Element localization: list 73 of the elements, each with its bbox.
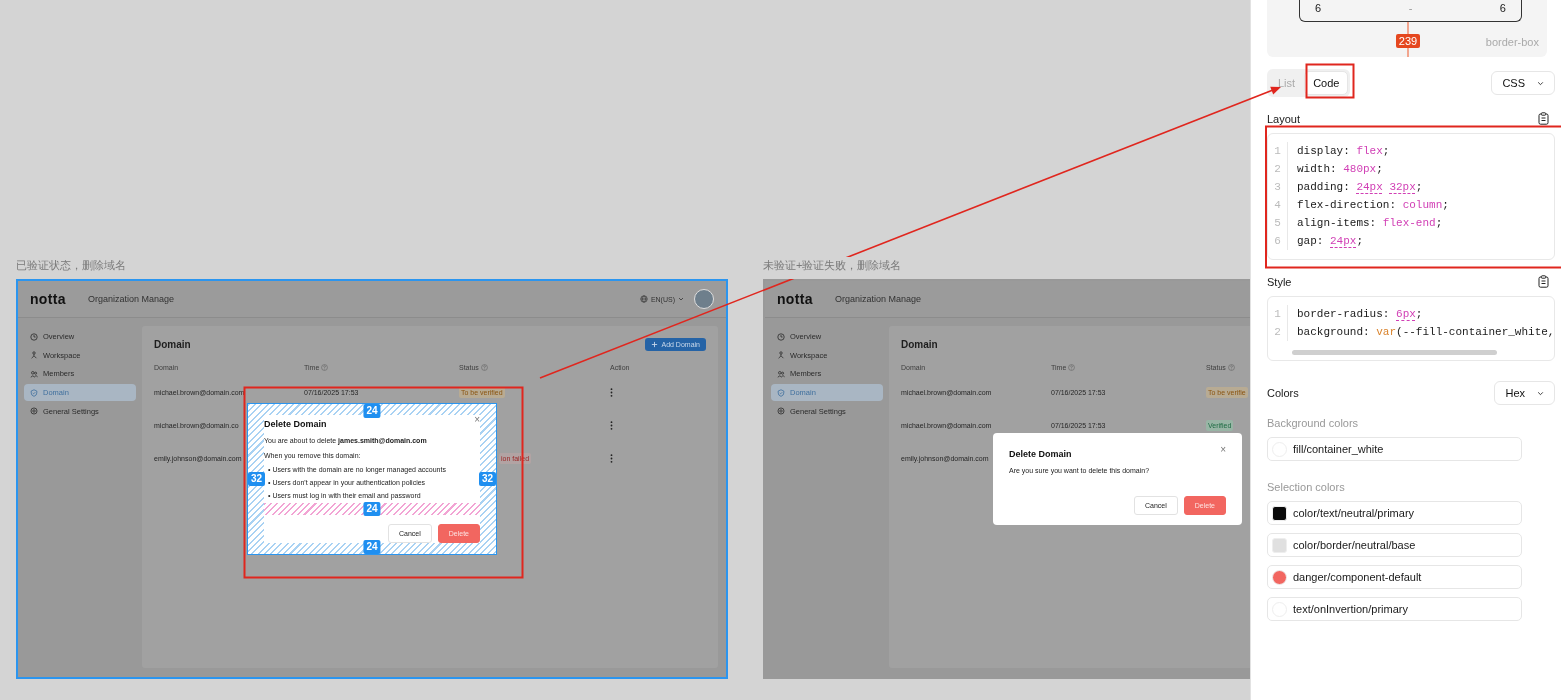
globe-icon xyxy=(639,295,648,303)
spacing-badge: 24 xyxy=(363,540,381,554)
people-icon xyxy=(777,370,785,378)
copy-icon[interactable] xyxy=(1538,275,1549,288)
gear-icon xyxy=(777,407,785,416)
app-logo: notta xyxy=(777,291,814,307)
code-line: width: 480px; xyxy=(1296,163,1383,175)
view-tab[interactable]: Code xyxy=(1304,71,1349,95)
line-number: 2 xyxy=(1268,323,1288,341)
section-title: Domain xyxy=(154,338,191,350)
clock-icon xyxy=(777,332,785,341)
color-token[interactable]: color/border/neutral/base xyxy=(1267,533,1522,557)
line-number: 1 xyxy=(1268,142,1288,160)
code-line: background: var(--fill-container_white, xyxy=(1296,326,1554,338)
close-button[interactable]: × xyxy=(1220,445,1226,455)
app-title: Organization Manage xyxy=(88,294,175,304)
frame-caption: 未验证+验证失败，删除域名 xyxy=(763,257,902,279)
line-number: 4 xyxy=(1268,196,1288,214)
spacing-badge: 32 xyxy=(248,472,266,486)
plus-icon xyxy=(651,340,659,348)
format-dropdown[interactable]: CSS xyxy=(1491,71,1555,95)
color-token[interactable]: text/onInvertion/primary xyxy=(1267,597,1522,621)
avatar-icon[interactable] xyxy=(694,289,714,309)
app-frame[interactable] xyxy=(16,279,728,679)
code-line: flex-direction: column; xyxy=(1296,199,1449,211)
caret-icon xyxy=(1537,389,1544,397)
box-value: - xyxy=(1408,1,1413,16)
spacing-badge: 24 xyxy=(363,404,381,418)
section-title: Domain xyxy=(901,338,938,350)
code-line: align-items: flex-end; xyxy=(1296,217,1443,229)
line-number: 2 xyxy=(1268,160,1288,178)
shield-icon xyxy=(30,388,38,397)
group-label: Selection colors xyxy=(1267,481,1346,493)
color-token[interactable]: fill/container_white xyxy=(1267,437,1522,461)
dialog-title: Delete Domain xyxy=(264,419,327,429)
section-label: Style xyxy=(1267,275,1292,288)
color-token[interactable]: danger/component-default xyxy=(1267,565,1522,589)
line-number: 1 xyxy=(1268,305,1288,323)
gear-icon xyxy=(30,407,38,416)
hierarchy-icon xyxy=(30,351,38,360)
section-label: Layout xyxy=(1267,112,1301,125)
code-line: border-radius: 6px; xyxy=(1296,308,1423,320)
section-label: Colors xyxy=(1267,387,1299,399)
caret-icon xyxy=(678,296,684,302)
hierarchy-icon xyxy=(777,351,785,360)
line-number: 5 xyxy=(1268,214,1288,232)
dialog-title: Delete Domain xyxy=(1009,449,1072,459)
scrollbar[interactable] xyxy=(1292,350,1497,355)
line-number: 3 xyxy=(1268,178,1288,196)
app-title: Organization Manage xyxy=(835,294,922,304)
caret-icon xyxy=(1537,79,1544,87)
copy-icon[interactable] xyxy=(1538,112,1549,125)
box-sizing-label: border-box xyxy=(1485,36,1539,48)
clock-icon xyxy=(30,332,38,341)
color-token[interactable]: color/text/neutral/primary xyxy=(1267,501,1522,525)
format-dropdown[interactable]: Hex xyxy=(1494,381,1555,405)
app-logo: notta xyxy=(30,291,67,307)
box-value: 6 xyxy=(1499,1,1506,16)
group-label: Background colors xyxy=(1267,417,1360,429)
code-line: gap: 24px; xyxy=(1296,235,1364,247)
more-icon[interactable] xyxy=(610,421,613,430)
close-button[interactable]: × xyxy=(474,415,480,425)
more-icon[interactable] xyxy=(610,454,613,463)
box-value: 6 xyxy=(1315,1,1322,16)
spacing-badge: 24 xyxy=(363,502,381,516)
people-icon xyxy=(30,370,38,378)
highlight-frame xyxy=(1305,63,1355,99)
more-icon[interactable] xyxy=(610,388,613,397)
code-line: display: flex; xyxy=(1296,145,1390,157)
line-number: 6 xyxy=(1268,232,1288,250)
code-line: padding: 24px 32px; xyxy=(1296,181,1423,193)
height-badge: 239 xyxy=(1395,34,1421,48)
shield-icon xyxy=(777,388,785,397)
